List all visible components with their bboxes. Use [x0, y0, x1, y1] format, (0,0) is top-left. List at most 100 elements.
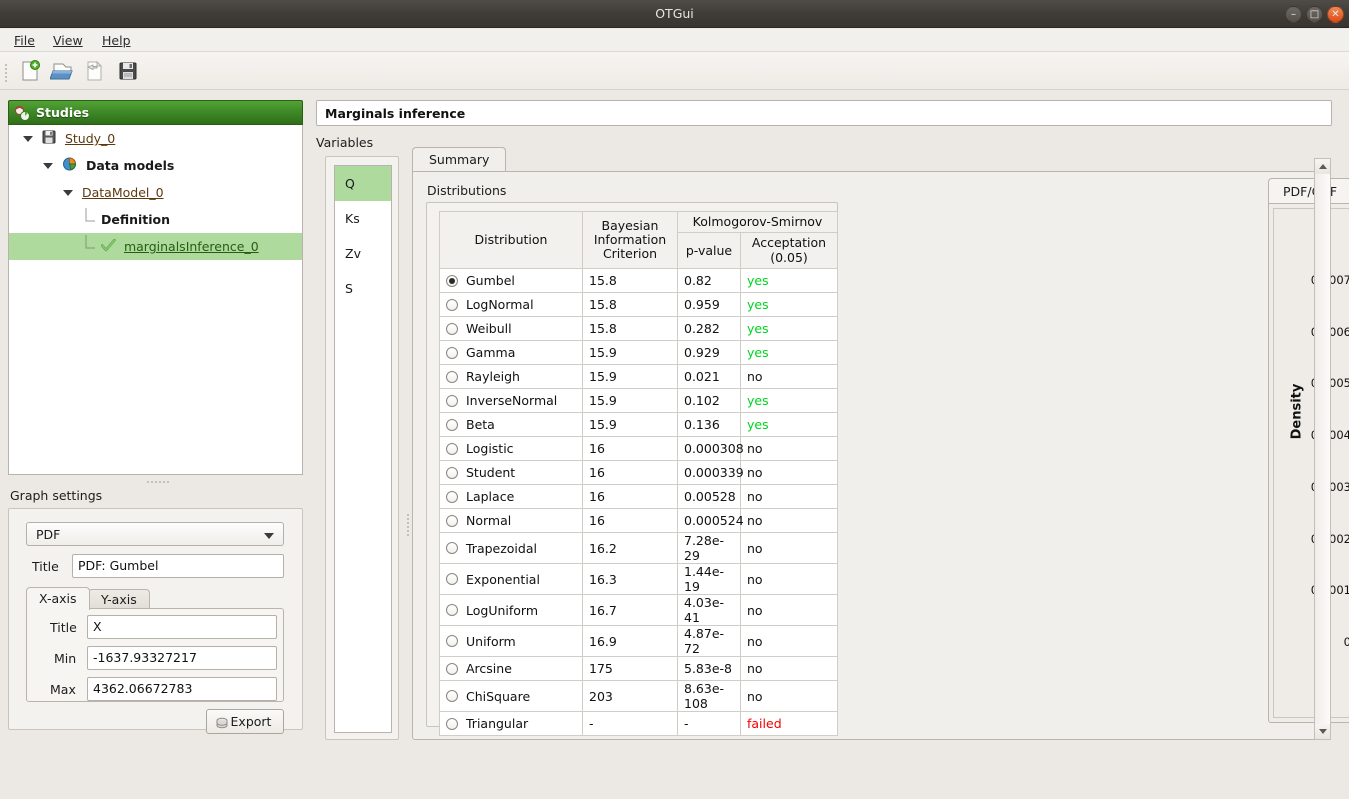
radio-button-icon[interactable] — [446, 275, 458, 287]
variable-item-zv[interactable]: Zv — [335, 236, 391, 271]
distribution-name-cell[interactable]: Arcsine — [440, 657, 583, 681]
table-row[interactable]: Exponential16.31.44e-19no — [440, 564, 838, 595]
radio-button-icon[interactable] — [446, 347, 458, 359]
distribution-name-cell[interactable]: LogNormal — [440, 293, 583, 317]
table-row[interactable]: Laplace160.00528no — [440, 485, 838, 509]
radio-button-icon[interactable] — [446, 467, 458, 479]
table-row[interactable]: Beta15.90.136yes — [440, 413, 838, 437]
studies-tree[interactable]: Study_0 Data models DataModel_0 — [8, 125, 303, 475]
distribution-name-cell[interactable]: Exponential — [440, 564, 583, 595]
menu-file[interactable]: File — [6, 29, 43, 52]
distribution-name-cell[interactable]: InverseNormal — [440, 389, 583, 413]
distribution-name-cell[interactable]: Beta — [440, 413, 583, 437]
table-row[interactable]: Gamma15.90.929yes — [440, 341, 838, 365]
import-document-icon[interactable] — [82, 60, 106, 82]
radio-button-icon[interactable] — [446, 635, 458, 647]
table-row[interactable]: InverseNormal15.90.102yes — [440, 389, 838, 413]
open-document-icon[interactable] — [50, 60, 74, 82]
radio-button-icon[interactable] — [446, 419, 458, 431]
radio-button-icon[interactable] — [446, 663, 458, 675]
distribution-name-cell[interactable]: Normal — [440, 509, 583, 533]
distribution-name-cell[interactable]: Triangular — [440, 712, 583, 736]
table-row[interactable]: LogNormal15.80.959yes — [440, 293, 838, 317]
save-icon[interactable] — [116, 60, 140, 82]
distribution-name-cell[interactable]: Gamma — [440, 341, 583, 365]
variable-item-q[interactable]: Q — [335, 166, 391, 201]
tree-item-datamodel-0[interactable]: DataModel_0 — [9, 179, 302, 206]
table-row[interactable]: Student160.000339no — [440, 461, 838, 485]
distribution-name-cell[interactable]: Weibull — [440, 317, 583, 341]
minimize-button[interactable]: – — [1285, 6, 1302, 23]
table-row[interactable]: Normal160.000524no — [440, 509, 838, 533]
radio-button-icon[interactable] — [446, 299, 458, 311]
menu-help[interactable]: Help — [94, 29, 139, 52]
variables-splitter[interactable] — [404, 500, 412, 550]
plot-canvas[interactable]: PDF: Gumbel Density X 00.00010.00020.000… — [1273, 208, 1349, 718]
radio-button-icon[interactable] — [446, 371, 458, 383]
table-row[interactable]: Uniform16.94.87e-72no — [440, 626, 838, 657]
table-row[interactable]: ChiSquare2038.63e-108no — [440, 681, 838, 712]
distribution-name-cell[interactable]: Uniform — [440, 626, 583, 657]
export-button[interactable]: Export — [206, 709, 284, 734]
graph-title-input[interactable]: PDF: Gumbel — [72, 554, 284, 578]
dock-splitter[interactable] — [123, 478, 193, 486]
table-row[interactable]: Trapezoidal16.27.28e-29no — [440, 533, 838, 564]
close-button[interactable]: ✕ — [1327, 6, 1344, 23]
scroll-down-icon[interactable] — [1315, 724, 1330, 739]
maximize-icon: □ — [1307, 7, 1322, 22]
radio-button-icon[interactable] — [446, 542, 458, 554]
maximize-button[interactable]: □ — [1306, 6, 1323, 23]
variable-item-s[interactable]: S — [335, 271, 391, 306]
tab-y-axis[interactable]: Y-axis — [88, 589, 150, 609]
distribution-name-cell[interactable]: Student — [440, 461, 583, 485]
variables-list[interactable]: Q Ks Zv S — [334, 165, 392, 733]
new-document-icon[interactable] — [18, 60, 42, 82]
distribution-name-cell[interactable]: Rayleigh — [440, 365, 583, 389]
tab-x-axis[interactable]: X-axis — [26, 587, 90, 610]
radio-button-icon[interactable] — [446, 573, 458, 585]
radio-button-icon[interactable] — [446, 604, 458, 616]
radio-button-icon[interactable] — [446, 690, 458, 702]
axis-min-input[interactable]: -1637.93327217 — [87, 646, 277, 670]
distributions-table[interactable]: Distribution Bayesian Information Criter… — [439, 211, 838, 736]
acceptation-cell: no — [741, 365, 838, 389]
acceptation-cell: no — [741, 509, 838, 533]
table-row[interactable]: Triangular--failed — [440, 712, 838, 736]
tab-summary[interactable]: Summary — [412, 147, 506, 172]
distribution-name-cell[interactable]: LogUniform — [440, 595, 583, 626]
axis-max-label: Max — [50, 682, 76, 697]
tree-item-marginals-inference-0[interactable]: marginalsInference_0 — [9, 233, 302, 260]
radio-button-icon[interactable] — [446, 395, 458, 407]
table-row[interactable]: Weibull15.80.282yes — [440, 317, 838, 341]
axis-max-input[interactable]: 4362.06672783 — [87, 677, 277, 701]
tree-item-definition[interactable]: Definition — [9, 206, 302, 233]
distribution-name-cell[interactable]: Trapezoidal — [440, 533, 583, 564]
distribution-name-cell[interactable]: Laplace — [440, 485, 583, 509]
radio-button-icon[interactable] — [446, 323, 458, 335]
tree-item-study-0[interactable]: Study_0 — [9, 125, 302, 152]
table-row[interactable]: Gumbel15.80.82yes — [440, 269, 838, 293]
expander-icon[interactable] — [43, 163, 53, 169]
main-vertical-scrollbar[interactable] — [1314, 158, 1331, 740]
menu-view[interactable]: View — [45, 29, 91, 52]
radio-button-icon[interactable] — [446, 718, 458, 730]
toolbar-grip[interactable] — [5, 62, 10, 81]
plot-type-select[interactable]: PDF — [26, 522, 284, 546]
tab-pdf-cdf[interactable]: PDF/CDF — [1268, 178, 1349, 204]
table-row[interactable]: Arcsine1755.83e-8no — [440, 657, 838, 681]
tree-item-data-models[interactable]: Data models — [9, 152, 302, 179]
table-row[interactable]: Rayleigh15.90.021no — [440, 365, 838, 389]
variable-item-ks[interactable]: Ks — [335, 201, 391, 236]
expander-icon[interactable] — [23, 136, 33, 142]
distribution-name-cell[interactable]: Logistic — [440, 437, 583, 461]
scroll-up-icon[interactable] — [1315, 159, 1330, 174]
table-row[interactable]: Logistic160.000308no — [440, 437, 838, 461]
axis-title-input[interactable]: X — [87, 615, 277, 639]
table-row[interactable]: LogUniform16.74.03e-41no — [440, 595, 838, 626]
radio-button-icon[interactable] — [446, 491, 458, 503]
radio-button-icon[interactable] — [446, 515, 458, 527]
distribution-name-cell[interactable]: Gumbel — [440, 269, 583, 293]
distribution-name-cell[interactable]: ChiSquare — [440, 681, 583, 712]
radio-button-icon[interactable] — [446, 443, 458, 455]
expander-icon[interactable] — [63, 190, 73, 196]
